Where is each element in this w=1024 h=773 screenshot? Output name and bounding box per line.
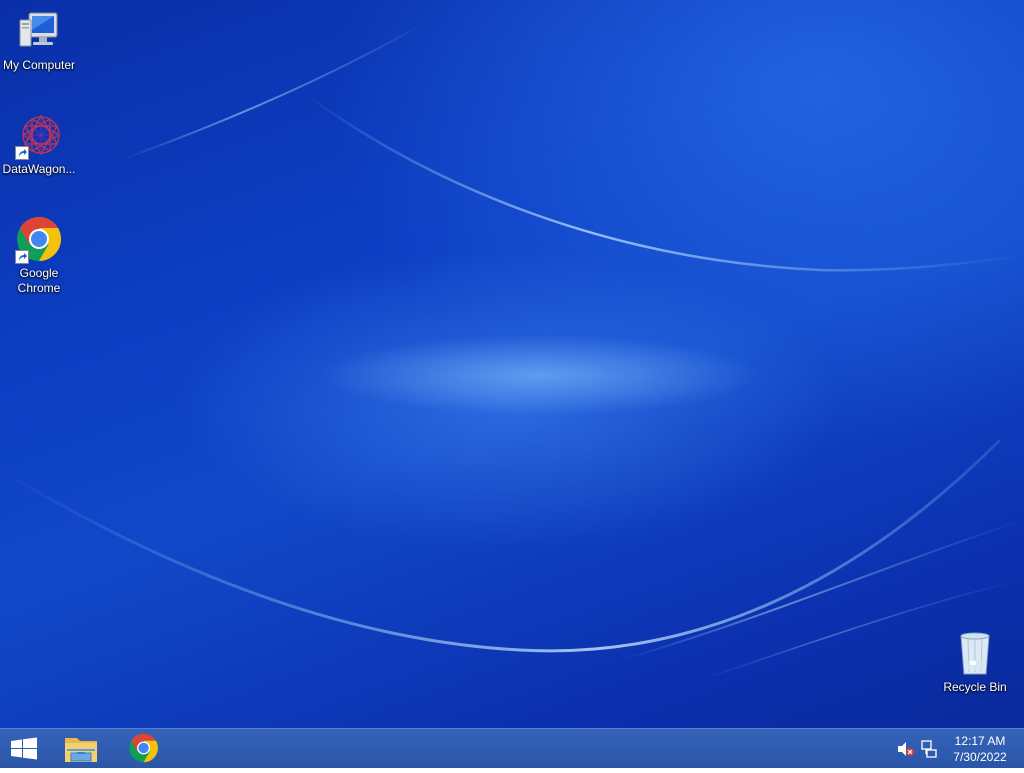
desktop-icon-datawagon[interactable]: DataWagon... bbox=[0, 112, 79, 177]
clock-date: 7/30/2022 bbox=[953, 750, 1007, 764]
recycle-bin-icon bbox=[951, 630, 999, 678]
desktop-icon-label: DataWagon... bbox=[2, 162, 76, 176]
taskbar-google-chrome[interactable] bbox=[115, 729, 171, 768]
clock-time: 12:17 AM bbox=[954, 734, 1006, 748]
windows-logo-icon bbox=[11, 737, 37, 760]
wallpaper-swooshes bbox=[0, 19, 1024, 681]
desktop-icon-label: Recycle Bin bbox=[943, 680, 1007, 694]
shortcut-arrow-icon bbox=[15, 250, 29, 264]
tray-network[interactable] bbox=[918, 729, 940, 768]
desktop: My Computer DataWagon... Google Chrome R… bbox=[0, 0, 1024, 728]
clock[interactable]: 12:17 AM 7/30/2022 bbox=[940, 733, 1020, 765]
tray-volume[interactable] bbox=[894, 729, 916, 768]
volume-muted-icon bbox=[898, 742, 914, 756]
chrome-icon bbox=[15, 216, 63, 264]
file-explorer-icon bbox=[65, 738, 97, 762]
shortcut-arrow-icon bbox=[15, 146, 29, 160]
computer-icon bbox=[15, 8, 63, 56]
start-button[interactable] bbox=[0, 729, 48, 768]
desktop-icon-label: My Computer bbox=[2, 58, 76, 72]
desktop-icon-my-computer[interactable]: My Computer bbox=[0, 8, 79, 73]
desktop-icon-google-chrome[interactable]: Google Chrome bbox=[0, 216, 79, 296]
chrome-icon bbox=[129, 733, 158, 763]
network-icon bbox=[921, 740, 937, 758]
taskbar-file-explorer[interactable] bbox=[53, 729, 109, 768]
datawagon-icon bbox=[15, 112, 63, 160]
desktop-icon-label: Google Chrome bbox=[17, 266, 61, 295]
taskbar: 12:17 AM 7/30/2022 bbox=[0, 728, 1024, 768]
desktop-icon-recycle-bin[interactable]: Recycle Bin bbox=[935, 630, 1015, 695]
